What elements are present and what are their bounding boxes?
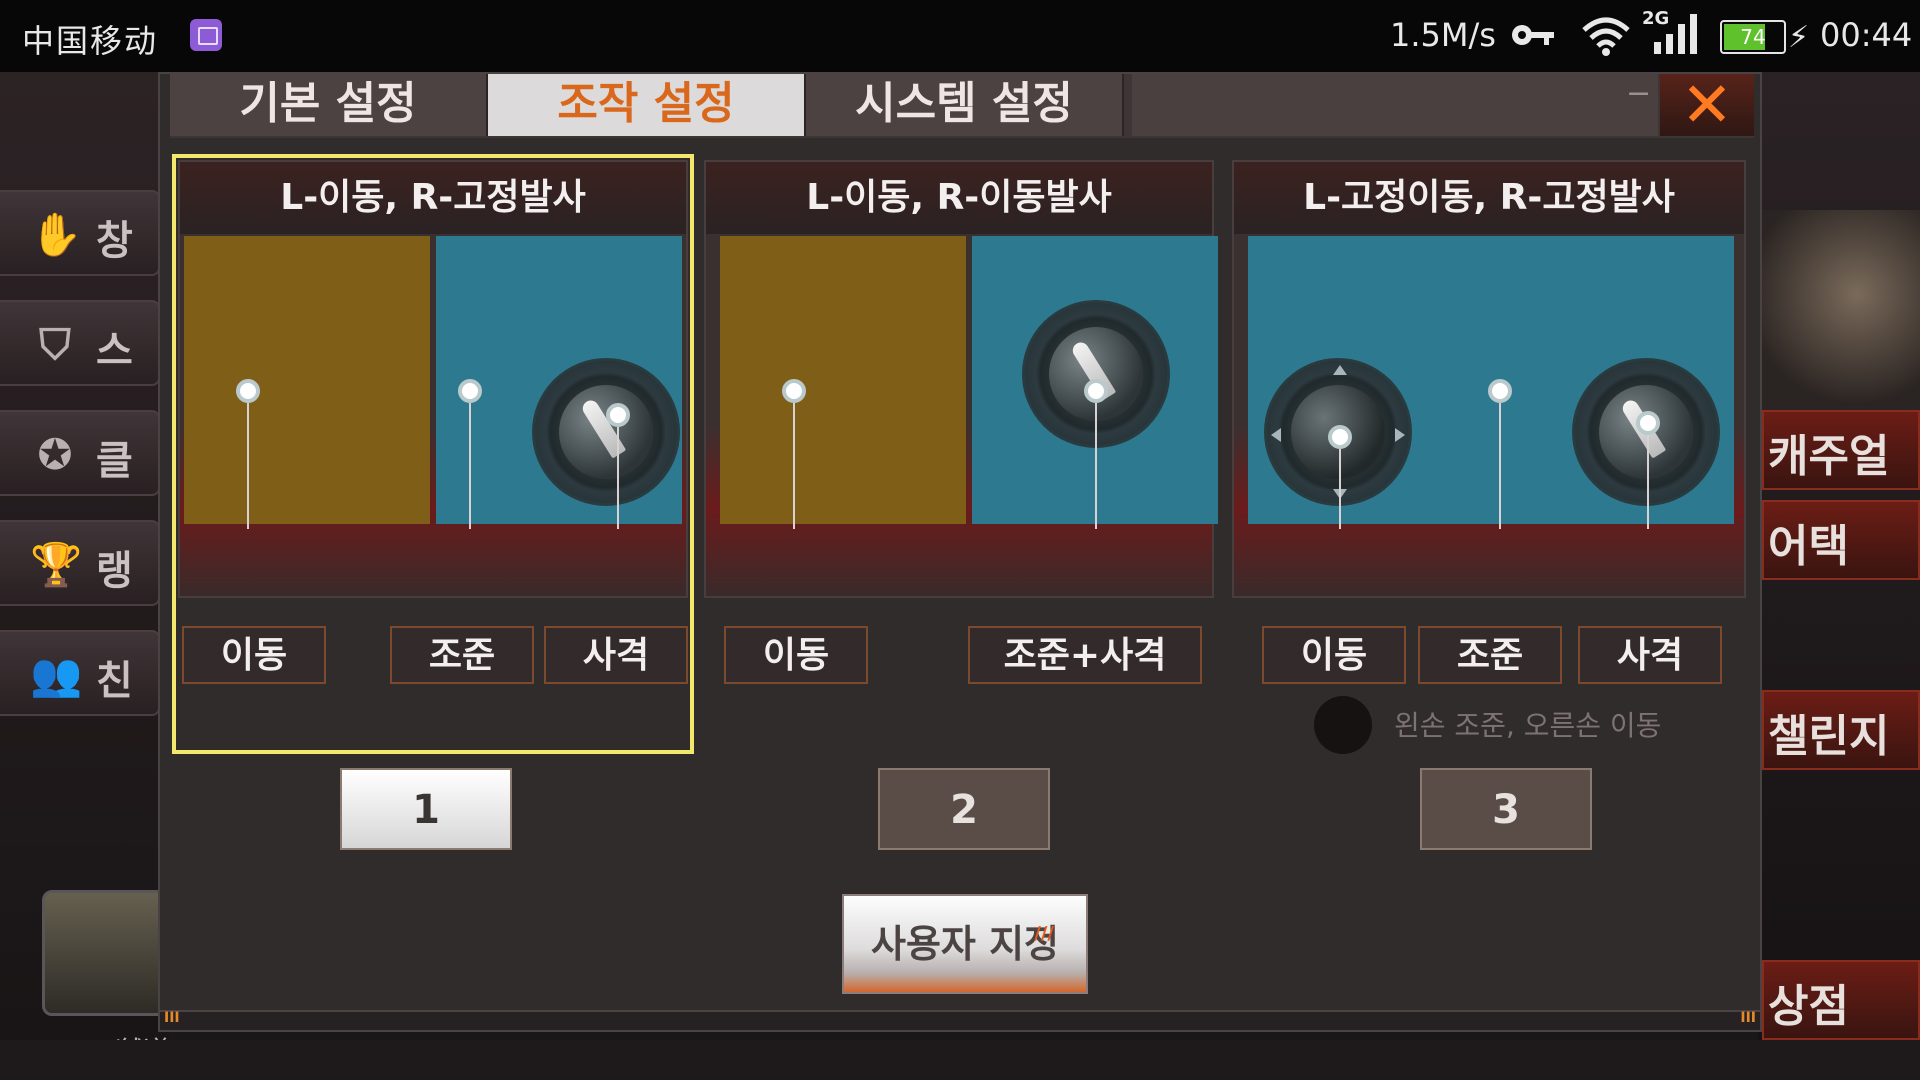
preset-button-2[interactable]: 2 [878,768,1050,850]
marker [1328,425,1352,449]
side-menu-clan[interactable]: ✪ 클랜 [0,410,160,496]
friends-icon: 👥 [30,650,83,699]
label-move: 이동 [1262,626,1406,684]
marker [1084,379,1108,403]
side-menu-ranking[interactable]: 🏆 랭킹 [0,520,160,606]
clock: 00:44 [1820,16,1913,54]
tab-bar: 기본 설정 조작 설정 시스템 설정 − ✕ [170,74,1754,138]
control-layout-panel-2[interactable]: L-이동, R-이동발사 [704,160,1218,598]
pointer-line [1339,449,1341,529]
tab-bar-filler [1132,74,1658,136]
vpn-key-icon [1512,25,1554,45]
side-menu-label: 랭킹 [96,548,133,594]
wifi-icon [1582,17,1630,56]
side-menu-label: 스킬 [96,328,133,374]
tab-system-settings[interactable]: 시스템 설정 [806,74,1124,136]
swap-hands-toggle[interactable] [1314,696,1372,754]
star-icon: ✪ [37,430,73,479]
close-button[interactable]: ✕ [1660,74,1754,136]
gallery-notification-icon [190,19,222,51]
bottom-strip [0,1040,1920,1080]
mode-casual[interactable]: 캐주얼 [1762,410,1920,490]
arrow-right-icon [1395,428,1405,442]
pointer-line [1095,403,1097,529]
network-speed: 1.5M/s [1390,16,1496,54]
control-layout-panel-3[interactable]: L-고정이동, R-고정발사 [1232,160,1746,598]
shop-button[interactable]: 상점 [1762,960,1920,1040]
hand-icon: ✋ [30,210,83,259]
tab-basic-settings[interactable]: 기본 설정 [170,74,488,136]
character-image [1762,210,1920,420]
preset-button-3[interactable]: 3 [1420,768,1592,850]
trophy-icon: 🏆 [30,540,83,589]
signal-icon [1654,14,1697,54]
arrow-up-icon [1333,365,1347,375]
arrow-left-icon [1271,428,1281,442]
corner-decoration: III [1740,1010,1756,1026]
side-menu-warehouse[interactable]: ✋ 창고 [0,190,160,276]
selection-frame [172,154,694,754]
avatar[interactable] [42,890,168,1016]
corner-decoration: III [164,1010,180,1026]
side-menu-friends[interactable]: 👥 친구 [0,630,160,716]
shield-icon: ⛉ [39,320,71,369]
carrier-label: 中国移动 [22,22,159,60]
label-aim-fire: 조준+사격 [968,626,1202,684]
label-fire: 사격 [1578,626,1722,684]
battery-percent: 74 [1740,25,1766,49]
side-menu-label: 클랜 [96,438,133,484]
marker [782,379,806,403]
side-menu-label: 친구 [96,658,133,704]
settings-dialog: 기본 설정 조작 설정 시스템 설정 − ✕ L-이동, R-고정발사 이동 조… [158,72,1762,1032]
stripe-decoration: /// [1034,923,1054,944]
mode-attack-label: 어택 [1768,521,1849,572]
pointer-line [1499,403,1501,529]
pointer-line [793,403,795,529]
panel-title: L-고정이동, R-고정발사 [1234,162,1744,234]
label-move: 이동 [724,626,868,684]
minimize-icon: − [1626,76,1652,111]
custom-settings-label: 사용자 지정 [870,922,1060,966]
charging-icon: ⚡ [1788,20,1810,55]
move-zone [720,236,966,524]
swap-hands-label: 왼손 조준, 오른손 이동 [1394,709,1662,742]
dialog-bottom-bar: III III [160,1010,1760,1030]
battery-icon: 74 [1720,20,1786,54]
status-bar: 中国移动 1.5M/s 2G 74 ⚡ 00:44 [0,0,1920,72]
side-menu-skill[interactable]: ⛉ 스킬 [0,300,160,386]
pointer-line [1647,435,1649,529]
custom-settings-button[interactable]: 사용자 지정 /// [842,894,1088,994]
label-aim: 조준 [1418,626,1562,684]
tab-control-settings[interactable]: 조작 설정 [488,74,806,136]
mode-attack[interactable]: 어택 [1762,500,1920,580]
marker [1488,379,1512,403]
preset-button-1[interactable]: 1 [340,768,512,850]
panel-title: L-이동, R-이동발사 [706,162,1212,234]
side-menu-label: 창고 [96,218,133,264]
marker [1636,411,1660,435]
mode-challenge[interactable]: 챌린지 [1762,690,1920,770]
